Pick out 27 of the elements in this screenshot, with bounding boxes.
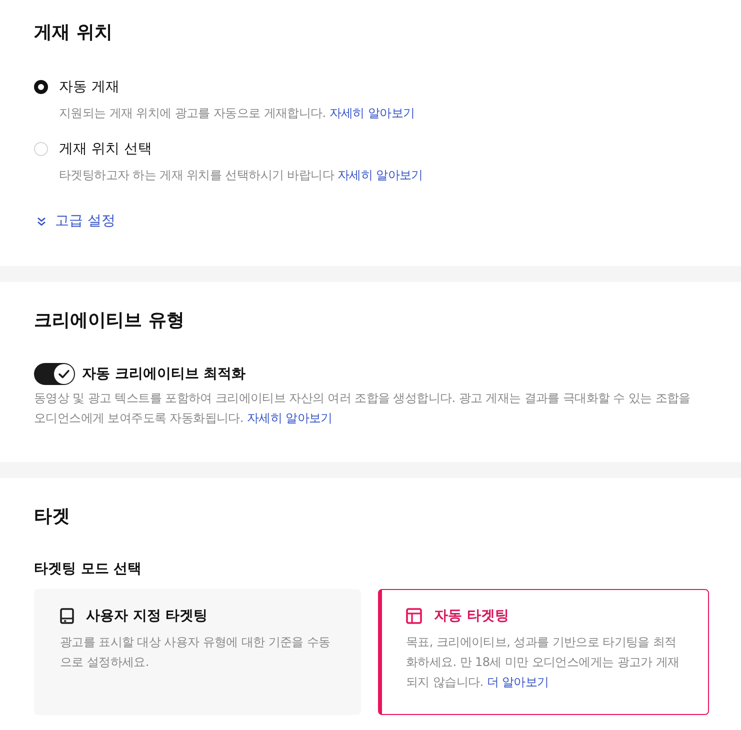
double-chevron-icon <box>37 216 46 226</box>
section-title: 타겟 <box>34 506 71 528</box>
learn-more-link[interactable]: 자세히 알아보기 <box>329 106 415 120</box>
card-description: 광고를 표시할 대상 사용자 유형에 대한 기준을 수동으로 설정하세요. <box>60 634 332 671</box>
learn-more-link[interactable]: 자세히 알아보기 <box>338 168 423 182</box>
layout-icon <box>406 608 422 624</box>
toggle-switch[interactable] <box>34 363 75 385</box>
toggle-label: 자동 크리에이티브 최적화 <box>82 365 246 384</box>
card-title: 자동 타겟팅 <box>434 607 509 626</box>
card-description: 목표, 크리에이티브, 성과를 기반으로 타기팅을 최적화하세요. 만 18세 미만 오디언스에게는 광고가 게재되지 않습니다. 더 알아보기 <box>406 634 680 691</box>
learn-more-link[interactable]: 더 알아보기 <box>486 675 549 689</box>
option-label: 자동 게재 <box>59 78 120 97</box>
option-description: 타겟팅하고자 하는 게재 위치를 선택하시기 바랍니다 자세히 알아보기 <box>59 167 423 184</box>
targeting-mode-card[interactable]: 사용자 지정 타겟팅 광고를 표시할 대상 사용자 유형에 대한 기준을 수동으로 설정하세요. <box>34 589 361 715</box>
learn-more-link[interactable]: 자세히 알아보기 <box>246 411 332 425</box>
device-icon <box>60 608 74 624</box>
creative-description: 동영상 및 광고 텍스트를 포함하여 크리에이티브 자산의 여러 조합을 생성합니다. 광고 게재는 결과를 극대화할 수 있는 조합을 오디언스에게 보여주도록 자동화됩니다. 자세히 알아보기 <box>34 390 692 427</box>
option-label: 게재 위치 선택 <box>59 140 152 159</box>
check-icon <box>54 364 74 384</box>
advanced-settings-link[interactable]: 고급 설정 <box>34 211 116 231</box>
subsection-title: 타겟팅 모드 선택 <box>34 560 143 579</box>
card-title: 사용자 지정 타겟팅 <box>86 607 208 626</box>
option-description: 지원되는 게재 위치에 광고를 자동으로 게재합니다. 자세히 알아보기 <box>59 105 415 122</box>
radio-button[interactable] <box>34 80 48 94</box>
targeting-mode-card[interactable]: 자동 타겟팅 목표, 크리에이티브, 성과를 기반으로 타기팅을 최적화하세요. 만 18세 미만 오디언스에게는 광고가 게재되지 않습니다. 더 알아보기 <box>378 589 709 715</box>
section-title: 게재 위치 <box>34 22 114 44</box>
section-title: 크리에이티브 유형 <box>34 310 186 332</box>
